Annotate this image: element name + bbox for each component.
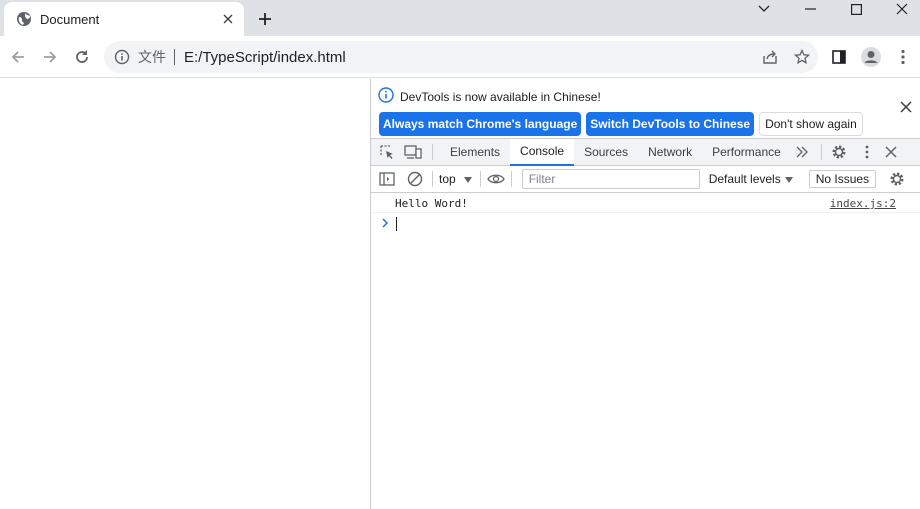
scheme-label: 文件 xyxy=(138,49,166,65)
console-prompt[interactable] xyxy=(371,213,920,233)
console-source-link[interactable]: index.js:2 xyxy=(830,197,896,210)
devtools-kebab-icon[interactable] xyxy=(856,141,878,163)
address-divider xyxy=(174,49,175,65)
kebab-menu-icon[interactable] xyxy=(891,45,915,69)
console-message: Hello Word! index.js:2 xyxy=(371,193,920,213)
tab-elements[interactable]: Elements xyxy=(440,139,510,166)
always-match-language-button[interactable]: Always match Chrome's language xyxy=(379,112,582,136)
browser-tab[interactable]: Document xyxy=(4,2,244,36)
dont-show-again-button[interactable]: Don't show again xyxy=(759,112,863,136)
sidebar-toggle-icon[interactable] xyxy=(376,168,398,190)
profile-avatar-icon[interactable] xyxy=(859,45,883,69)
switch-to-chinese-button[interactable]: Switch DevTools to Chinese xyxy=(586,112,755,136)
globe-icon xyxy=(16,11,32,27)
devtools-close-icon[interactable] xyxy=(880,141,902,163)
devtools-panel: DevTools is now available in Chinese! Al… xyxy=(370,79,920,509)
infobar-close-icon[interactable] xyxy=(900,101,914,115)
console-message-text: Hello Word! xyxy=(395,197,468,210)
toolbar-divider xyxy=(432,171,433,187)
tab-network[interactable]: Network xyxy=(638,139,702,166)
filter-placeholder: Filter xyxy=(528,172,556,186)
close-tab-icon[interactable] xyxy=(220,11,236,27)
address-bar[interactable]: 文件 E:/TypeScript/index.html xyxy=(104,41,818,73)
bookmark-star-icon[interactable] xyxy=(786,41,818,73)
text-caret xyxy=(396,217,397,231)
levels-label: Default levels xyxy=(708,172,781,186)
share-icon[interactable] xyxy=(754,41,786,73)
context-label: top xyxy=(439,172,456,186)
side-panel-icon[interactable] xyxy=(827,45,851,69)
page-content xyxy=(0,79,370,509)
log-levels-dropdown[interactable]: Default levels xyxy=(709,172,793,186)
tab-performance[interactable]: Performance xyxy=(702,139,791,166)
toolbar-divider xyxy=(510,171,512,187)
devtools-tab-bar: Elements Console Sources Network Perform… xyxy=(371,138,920,166)
live-expression-eye-icon[interactable] xyxy=(485,168,507,190)
tab-title: Document xyxy=(40,11,100,27)
context-selector[interactable]: top xyxy=(439,172,472,186)
maximize-icon[interactable] xyxy=(833,0,879,18)
new-tab-button[interactable] xyxy=(256,10,274,28)
device-toolbar-icon[interactable] xyxy=(402,141,424,163)
inspect-element-icon[interactable] xyxy=(376,141,398,163)
toolbar-divider xyxy=(432,144,433,160)
back-arrow-icon[interactable] xyxy=(6,45,30,69)
tab-sources[interactable]: Sources xyxy=(574,139,638,166)
more-tabs-icon[interactable] xyxy=(791,141,813,163)
tab-console[interactable]: Console xyxy=(510,138,575,166)
toolbar-divider xyxy=(820,144,822,160)
info-icon xyxy=(378,87,394,106)
caret-down-icon xyxy=(784,172,793,186)
close-icon[interactable] xyxy=(879,0,920,18)
browser-toolbar: 文件 E:/TypeScript/index.html xyxy=(0,36,920,78)
caret-down-icon xyxy=(463,172,472,186)
prompt-chevron-icon xyxy=(381,216,389,231)
language-infobar: DevTools is now available in Chinese! Al… xyxy=(371,79,920,139)
site-info-icon[interactable] xyxy=(114,49,130,65)
toolbar-divider xyxy=(479,171,481,187)
forward-arrow-icon[interactable] xyxy=(38,45,62,69)
console-settings-gear-icon[interactable] xyxy=(886,168,908,190)
clear-console-icon[interactable] xyxy=(404,168,426,190)
filter-input[interactable]: Filter xyxy=(521,169,700,189)
infobar-message: DevTools is now available in Chinese! xyxy=(400,89,601,104)
tab-strip: Document xyxy=(0,0,920,36)
reload-icon[interactable] xyxy=(70,45,94,69)
chevron-down-icon[interactable] xyxy=(741,0,787,18)
issues-button[interactable]: No Issues xyxy=(808,170,877,188)
settings-gear-icon[interactable] xyxy=(828,141,850,163)
minimize-icon[interactable] xyxy=(787,0,833,18)
console-toolbar: top Filter Default levels No Issues xyxy=(371,166,920,193)
url-text[interactable]: E:/TypeScript/index.html xyxy=(184,49,754,66)
